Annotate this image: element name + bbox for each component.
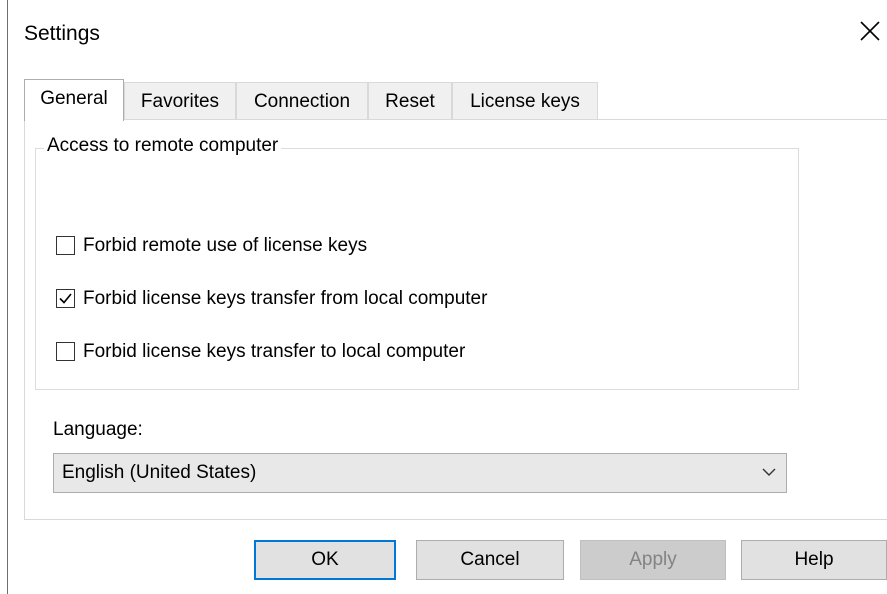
checkbox-forbid-transfer-to-local[interactable] bbox=[56, 342, 75, 361]
tab-connection[interactable]: Connection bbox=[236, 82, 368, 120]
close-icon[interactable] bbox=[857, 18, 883, 44]
tab-favorites[interactable]: Favorites bbox=[124, 82, 236, 120]
option-label: Forbid remote use of license keys bbox=[83, 235, 368, 256]
language-select-value: English (United States) bbox=[62, 462, 257, 483]
help-button[interactable]: Help bbox=[741, 540, 887, 580]
tab-general[interactable]: General bbox=[24, 79, 124, 121]
dialog-title: Settings bbox=[24, 22, 100, 45]
tab-reset[interactable]: Reset bbox=[368, 82, 452, 120]
language-select[interactable]: English (United States) bbox=[53, 453, 787, 493]
tab-panel-general: Access to remote computer Forbid remote … bbox=[24, 119, 887, 520]
settings-dialog: Settings General Favorites Connection Re… bbox=[0, 0, 887, 594]
cancel-button[interactable]: Cancel bbox=[416, 540, 564, 580]
remote-access-groupbox: Access to remote computer Forbid remote … bbox=[35, 135, 799, 390]
option-label: Forbid license keys transfer to local co… bbox=[83, 341, 466, 362]
apply-button[interactable]: Apply bbox=[580, 540, 726, 580]
tab-license-keys[interactable]: License keys bbox=[452, 82, 598, 120]
option-label: Forbid license keys transfer from local … bbox=[83, 288, 488, 309]
groupbox-title: Access to remote computer bbox=[44, 135, 282, 157]
language-label: Language: bbox=[53, 419, 143, 440]
ok-button[interactable]: OK bbox=[254, 540, 396, 580]
chevron-down-icon bbox=[762, 468, 776, 476]
checkbox-forbid-transfer-from-local[interactable] bbox=[56, 289, 75, 308]
checkbox-forbid-remote-use[interactable] bbox=[56, 236, 75, 255]
checkmark-icon bbox=[59, 293, 72, 304]
window-left-border bbox=[7, 0, 8, 594]
